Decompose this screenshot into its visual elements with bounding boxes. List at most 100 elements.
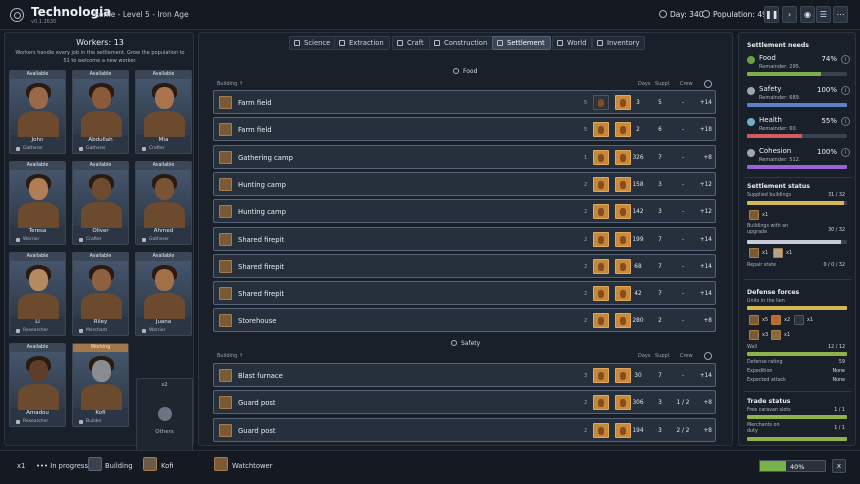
building-icon: [219, 232, 232, 246]
resource-slot-1[interactable]: [593, 395, 609, 411]
resource-slot-1[interactable]: [593, 368, 609, 383]
info-icon[interactable]: i: [841, 86, 850, 95]
building-name: Farm field: [238, 99, 272, 107]
group-icon: [158, 407, 172, 421]
settings-button[interactable]: ☰: [816, 6, 831, 23]
building-row[interactable]: Shared firepit 2 199 7 - +14: [213, 226, 716, 251]
resource-slot-1[interactable]: [593, 258, 609, 274]
tab-craft[interactable]: Craft: [392, 36, 430, 50]
tab-extraction[interactable]: Extraction: [334, 36, 390, 50]
resource-icon: [598, 208, 604, 217]
resource-slot-1[interactable]: [593, 176, 609, 192]
info-icon[interactable]: i: [841, 55, 850, 64]
tab-inventory[interactable]: Inventory: [592, 36, 646, 50]
resource-slot-1[interactable]: [593, 422, 609, 438]
worker-card[interactable]: Available Mia Crafter: [135, 70, 192, 154]
divider: [744, 177, 852, 178]
building-row[interactable]: Farm field 5 2 6 - +18: [213, 117, 716, 142]
portrait-body: [144, 111, 185, 137]
building-row[interactable]: Shared firepit 2 68 7 - +14: [213, 253, 716, 278]
resource-slot-1[interactable]: [593, 204, 609, 220]
units-bar: [747, 306, 847, 310]
building-row[interactable]: Blast furnace 3 30 7 - +14: [213, 363, 716, 387]
worker-card[interactable]: Available Abdullah Gatherer: [72, 70, 129, 154]
building-row[interactable]: Farm field 5 3 5 - +14: [213, 90, 716, 114]
settlement-subtitle: Rome - Level 5 - Iron Age: [94, 10, 189, 19]
worker-card[interactable]: Working Kofi Builder: [72, 343, 129, 427]
worker-name: Riley: [93, 319, 108, 325]
building-row[interactable]: Hunting camp 2 142 3 - +12: [213, 199, 716, 224]
need-remainder: Remainder: 60.: [759, 126, 798, 132]
food-section-header: Food: [453, 68, 477, 75]
need-percent: 74%: [821, 55, 837, 63]
building-icon: [219, 123, 232, 137]
health-icon: [747, 118, 755, 126]
menu-button[interactable]: ⋯: [833, 6, 848, 23]
resource-slot-1[interactable]: [593, 149, 609, 165]
building-row[interactable]: Guard post 2 194 3 2 / 2 +8: [213, 417, 716, 442]
role-icon: [79, 420, 83, 424]
tab-construction[interactable]: Construction: [429, 36, 494, 50]
worker-card[interactable]: Available Juana Warrior: [135, 252, 192, 336]
worker-card[interactable]: Available Amadou Researcher: [9, 343, 66, 427]
building-icon: [219, 369, 232, 382]
safety-section-header: Safety: [451, 340, 480, 347]
building-row[interactable]: Shared firepit 2 42 7 - +14: [213, 281, 716, 306]
food-col-building[interactable]: Building ↑: [217, 81, 243, 87]
worker-card[interactable]: Available Ahmed Gatherer: [135, 161, 192, 245]
resource-slot-1[interactable]: [593, 231, 609, 247]
building-row[interactable]: Gathering camp 1 326 7 - +8: [213, 144, 716, 169]
in-progress-status[interactable]: ••• In progress: [36, 462, 88, 470]
upgrade-fill: [747, 240, 841, 244]
settlement-panel: Science Extraction Craft Construction Settle…: [198, 32, 733, 446]
resource-icon: [598, 235, 604, 244]
role-icon: [79, 329, 83, 333]
building-row[interactable]: Hunting camp 2 158 3 - +12: [213, 171, 716, 196]
assigned-worker: Kofi: [161, 462, 174, 470]
building-icon: [749, 210, 759, 220]
pause-button[interactable]: ❚❚: [764, 6, 779, 23]
resource-slot-1[interactable]: [593, 95, 609, 110]
need-percent: 100%: [816, 148, 837, 156]
building-icon: [219, 96, 232, 109]
building-row[interactable]: Guard post 2 306 3 1 / 2 +8: [213, 390, 716, 415]
cancel-build-button[interactable]: x: [832, 459, 846, 473]
cohesion-icon: [747, 149, 755, 157]
worker-name: Li: [35, 319, 40, 325]
need-remainder: Remainder: 512.: [759, 157, 801, 163]
menu-icon: ⋯: [836, 10, 845, 19]
resource-slot-1[interactable]: [593, 286, 609, 302]
worker-status: Available: [10, 344, 65, 352]
worker-card[interactable]: Available Oliver Crafter: [72, 161, 129, 245]
food-col-supply: Suppl.: [655, 81, 671, 87]
resource-slot-1[interactable]: [593, 313, 609, 329]
play-button[interactable]: ›: [782, 6, 797, 23]
in-progress-label: In progress: [50, 462, 89, 470]
safety-col-building[interactable]: Building ↑: [217, 353, 243, 359]
portrait-face: [92, 178, 111, 200]
need-bar-fill: [747, 134, 802, 138]
worker-name: Kofi: [95, 410, 106, 416]
tab-world[interactable]: World: [552, 36, 593, 50]
speed-button[interactable]: ◉: [800, 6, 815, 23]
worker-card[interactable]: Available Teresa Warrior: [9, 161, 66, 245]
building-level: 1: [584, 154, 588, 161]
status-title: Settlement status: [747, 183, 810, 190]
building-name: Shared firepit: [238, 235, 285, 244]
warrior-unit-icon: [749, 315, 759, 325]
worker-card[interactable]: Available Riley Merchant: [72, 252, 129, 336]
worker-portrait: [73, 352, 128, 410]
info-icon[interactable]: i: [841, 148, 850, 157]
worker-card[interactable]: Available Li Researcher: [9, 252, 66, 336]
safety-col-supply: Suppl.: [655, 353, 671, 359]
resource-slot-1[interactable]: [593, 122, 609, 138]
building-days: 2: [636, 127, 640, 134]
building-row[interactable]: Storehouse 2 280 2 - +8: [213, 308, 716, 333]
tab-science[interactable]: Science: [289, 36, 337, 50]
info-icon[interactable]: i: [841, 117, 850, 126]
upgrade-label: Buildings with an upgrade: [747, 224, 789, 235]
tab-settlement[interactable]: Settlement: [492, 36, 551, 50]
building-crew: -: [681, 318, 685, 325]
worker-status: Available: [10, 253, 65, 261]
worker-card[interactable]: Available John Gatherer: [9, 70, 66, 154]
